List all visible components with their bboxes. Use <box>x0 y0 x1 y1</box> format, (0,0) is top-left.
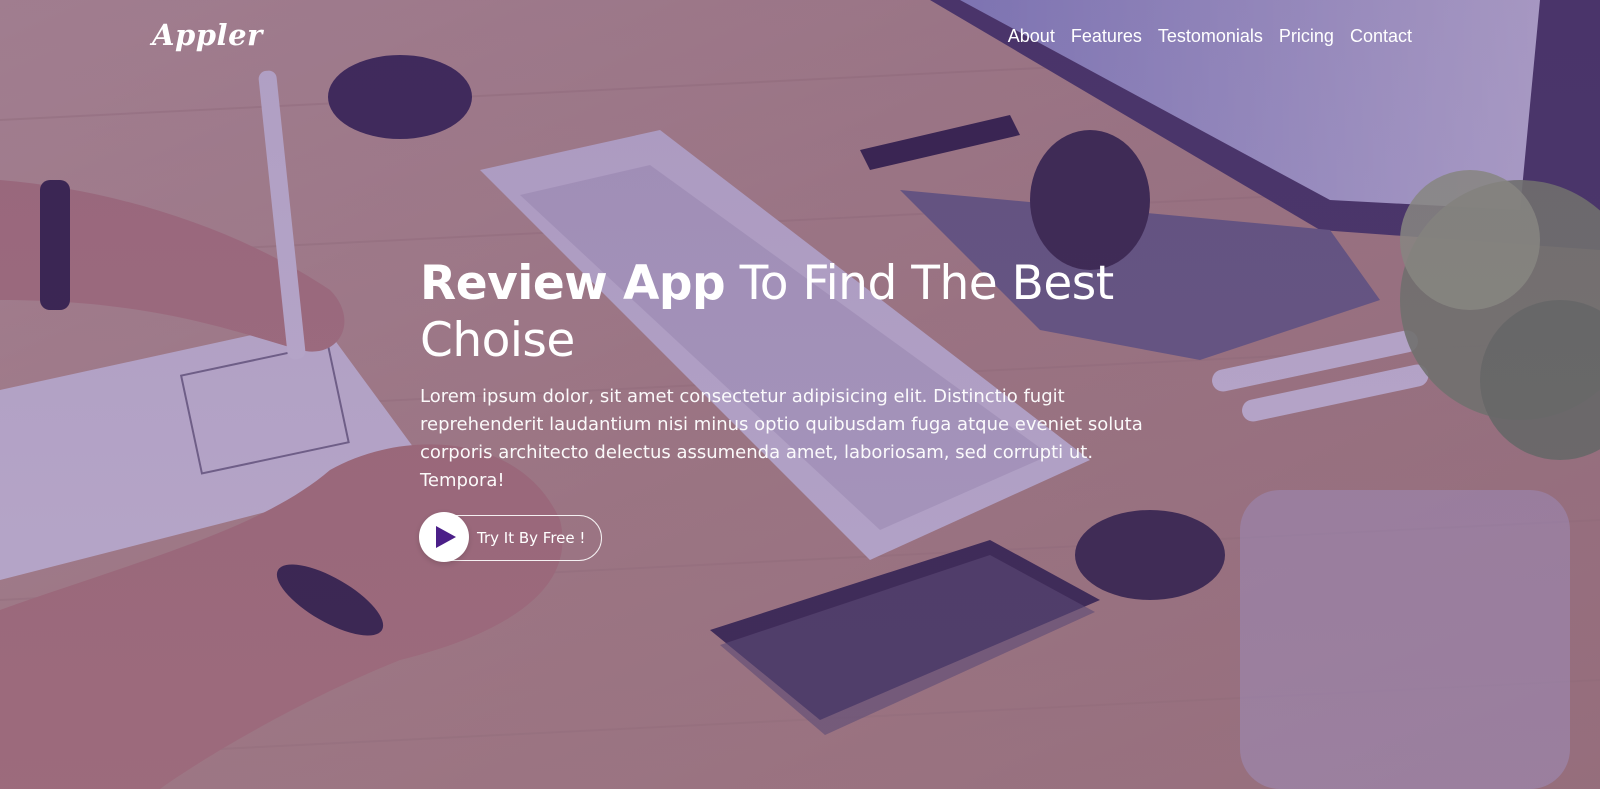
nav-item-pricing: Pricing <box>1279 26 1334 47</box>
play-icon <box>436 526 456 548</box>
nav-item-contact: Contact <box>1350 26 1412 47</box>
try-free-label: Try It By Free ! <box>477 529 586 547</box>
nav-item-features: Features <box>1071 26 1142 47</box>
try-free-button[interactable]: Try It By Free ! <box>419 512 603 562</box>
hero-content: Review App To Find The Best Choise Lorem… <box>419 255 1180 562</box>
nav-link-pricing[interactable]: Pricing <box>1279 26 1334 46</box>
play-button-circle[interactable] <box>419 512 469 562</box>
hero-headline: Review App To Find The Best Choise <box>420 255 1180 369</box>
nav-link-testimonials[interactable]: Testomonials <box>1158 26 1263 46</box>
hero-description: Lorem ipsum dolor, sit amet consectetur … <box>420 386 1143 491</box>
headline-strong: Review App <box>420 256 726 311</box>
nav-link-contact[interactable]: Contact <box>1350 26 1412 46</box>
nav-item-testimonials: Testomonials <box>1158 26 1263 47</box>
nav-item-about: About <box>1008 26 1055 47</box>
brand-logo[interactable]: Appler <box>152 18 263 52</box>
nav-link-features[interactable]: Features <box>1071 26 1142 46</box>
nav-link-about[interactable]: About <box>1008 26 1055 46</box>
top-navbar: Appler About Features Testomonials Prici… <box>0 0 1600 80</box>
main-nav: About Features Testomonials Pricing Cont… <box>1008 26 1412 47</box>
